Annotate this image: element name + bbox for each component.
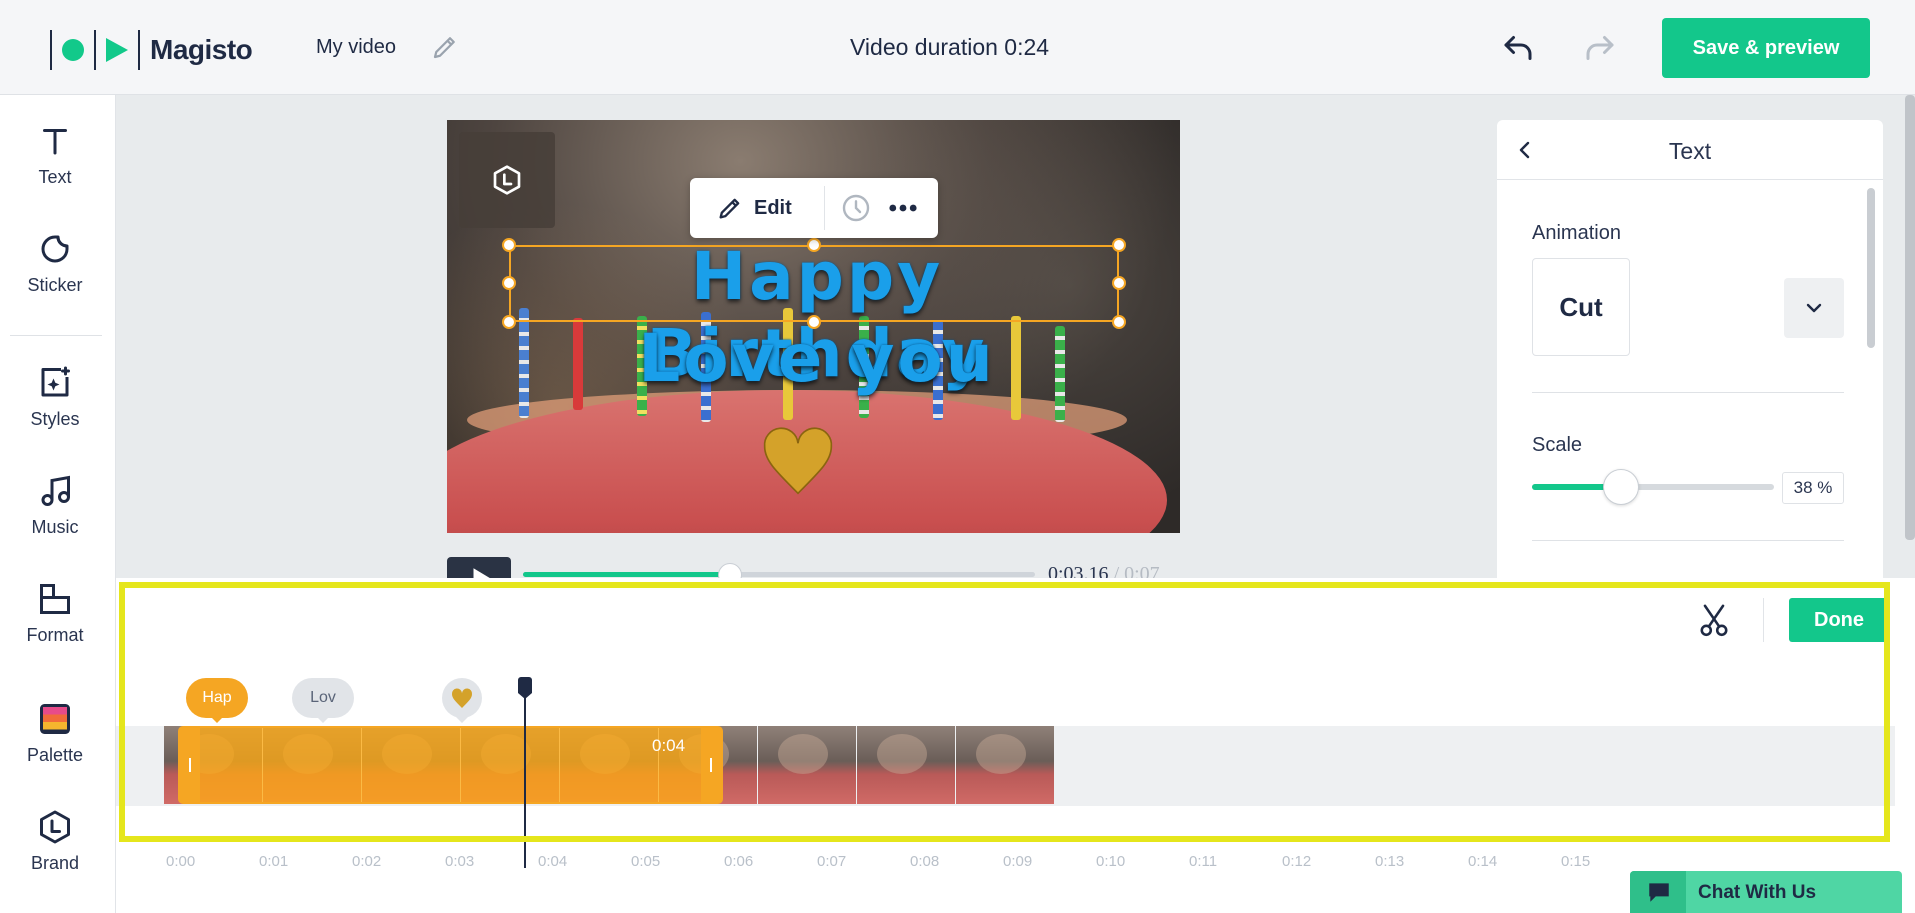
ruler-tick-label: 0:14 xyxy=(1468,853,1498,870)
ruler-tick-label: 0:10 xyxy=(1096,853,1126,870)
chat-with-us-button[interactable]: Chat With Us xyxy=(1630,871,1902,913)
ruler-tick-label: 0:00 xyxy=(166,853,196,870)
redo-icon[interactable] xyxy=(1582,30,1618,66)
ruler-tick-label: 0:09 xyxy=(1003,853,1033,870)
ruler-tick-label: 0:13 xyxy=(1375,853,1405,870)
video-duration: Video duration 0:24 xyxy=(850,34,1050,60)
timeline-focus-highlight xyxy=(119,582,1890,842)
scale-slider-handle[interactable] xyxy=(1603,469,1639,505)
sidebar-item-music[interactable]: Music xyxy=(0,473,110,563)
sidebar-item-label: Brand xyxy=(30,853,80,873)
music-icon xyxy=(41,475,70,506)
sidebar-item-text[interactable]: Text xyxy=(0,123,110,213)
player-scrubber[interactable] xyxy=(523,572,1035,577)
scale-slider[interactable] xyxy=(1532,484,1774,490)
sidebar-item-brand[interactable]: Brand xyxy=(0,809,110,899)
edit-button-label: Edit xyxy=(754,196,792,219)
logo-bar xyxy=(50,30,52,70)
logo-play-icon xyxy=(106,38,128,62)
sidebar-item-format[interactable]: Format xyxy=(0,581,110,671)
ruler-tick-label: 0:07 xyxy=(817,853,847,870)
animation-label: Animation xyxy=(1532,222,1621,244)
ruler-tick-label: 0:08 xyxy=(910,853,940,870)
sidebar-item-label: Text xyxy=(38,167,72,187)
heart-sticker[interactable] xyxy=(757,420,839,500)
resize-handle[interactable] xyxy=(502,315,516,329)
scale-unit: % xyxy=(1817,478,1833,497)
clock-icon[interactable] xyxy=(840,192,872,224)
brand-logo-icon xyxy=(493,165,521,195)
sidebar-item-label: Format xyxy=(26,625,84,645)
sidebar-item-palette[interactable]: Palette xyxy=(0,701,110,791)
sticker-icon xyxy=(41,235,69,263)
scale-value: 38 xyxy=(1793,478,1813,497)
toolbar-divider xyxy=(824,186,825,230)
panel-scrollbar[interactable] xyxy=(1867,188,1875,348)
logo-wordmark: Magisto xyxy=(150,34,253,65)
resize-handle[interactable] xyxy=(807,238,821,252)
animation-dropdown[interactable] xyxy=(1784,278,1844,338)
sidebar-divider xyxy=(10,335,102,336)
resize-handle[interactable] xyxy=(1112,238,1126,252)
left-sidebar: Text Sticker Styles Music Format Palette… xyxy=(0,95,116,913)
logo-bar xyxy=(94,30,96,70)
ruler-tick-label: 0:12 xyxy=(1282,853,1312,870)
top-header: Magisto My video Video duration 0:24 Sav… xyxy=(0,0,1915,95)
more-options-icon[interactable] xyxy=(886,194,920,222)
panel-divider xyxy=(1532,392,1844,393)
panel-divider xyxy=(1532,540,1844,541)
text-selection-box[interactable] xyxy=(509,245,1119,322)
edit-button[interactable]: Edit xyxy=(716,192,792,224)
ruler-tick-label: 0:06 xyxy=(724,853,754,870)
sidebar-item-label: Music xyxy=(31,517,79,537)
scrubber-progress xyxy=(523,572,733,577)
logo-bar xyxy=(138,30,140,70)
chat-icon-box xyxy=(1630,871,1686,913)
brand-logo-tile[interactable] xyxy=(459,132,555,228)
ruler-tick-label: 0:05 xyxy=(631,853,661,870)
chat-label: Chat With Us xyxy=(1698,882,1817,903)
sidebar-item-styles[interactable]: Styles xyxy=(0,365,110,455)
ruler-tick-label: 0:03 xyxy=(445,853,475,870)
chat-bubble-icon xyxy=(1649,883,1669,902)
resize-handle[interactable] xyxy=(502,238,516,252)
magisto-logo[interactable]: Magisto xyxy=(40,30,253,70)
panel-header: Text xyxy=(1497,120,1883,180)
animation-option-cut[interactable]: Cut xyxy=(1532,258,1630,356)
scale-value-field[interactable]: 38 % xyxy=(1782,472,1844,504)
undo-icon[interactable] xyxy=(1500,30,1536,66)
save-preview-button[interactable]: Save & preview xyxy=(1662,18,1870,78)
pencil-icon xyxy=(719,198,740,219)
rename-pencil-icon[interactable] xyxy=(430,32,460,62)
panel-title: Text xyxy=(1668,138,1712,164)
scale-label: Scale xyxy=(1532,434,1583,456)
palette-icon xyxy=(40,704,70,734)
ruler-tick-label: 0:01 xyxy=(259,853,289,870)
chevron-down-icon xyxy=(1806,303,1822,313)
sidebar-item-label: Styles xyxy=(30,409,80,429)
resize-handle[interactable] xyxy=(1112,276,1126,290)
ruler-tick-label: 0:04 xyxy=(538,853,568,870)
ruler-tick-label: 0:02 xyxy=(352,853,382,870)
text-settings-panel: Text Animation Cut Scale 38 % xyxy=(1497,120,1883,580)
title-text-line2[interactable]: Love you xyxy=(517,320,1117,397)
sidebar-item-label: Sticker xyxy=(27,275,83,295)
page-scrollbar[interactable] xyxy=(1905,95,1915,540)
brand-icon xyxy=(40,810,70,844)
styles-icon xyxy=(41,366,70,397)
ruler-tick-label: 0:11 xyxy=(1189,853,1218,870)
resize-handle[interactable] xyxy=(807,315,821,329)
ruler-tick-label: 0:15 xyxy=(1561,853,1591,870)
resize-handle[interactable] xyxy=(1112,315,1126,329)
resize-handle[interactable] xyxy=(502,276,516,290)
format-icon xyxy=(40,584,70,614)
text-edit-toolbar: Edit xyxy=(690,178,938,238)
text-icon xyxy=(43,129,67,155)
sidebar-item-label: Palette xyxy=(26,745,84,765)
sidebar-item-sticker[interactable]: Sticker xyxy=(0,231,110,321)
video-name[interactable]: My video xyxy=(316,36,396,59)
logo-dot-icon xyxy=(62,39,84,61)
